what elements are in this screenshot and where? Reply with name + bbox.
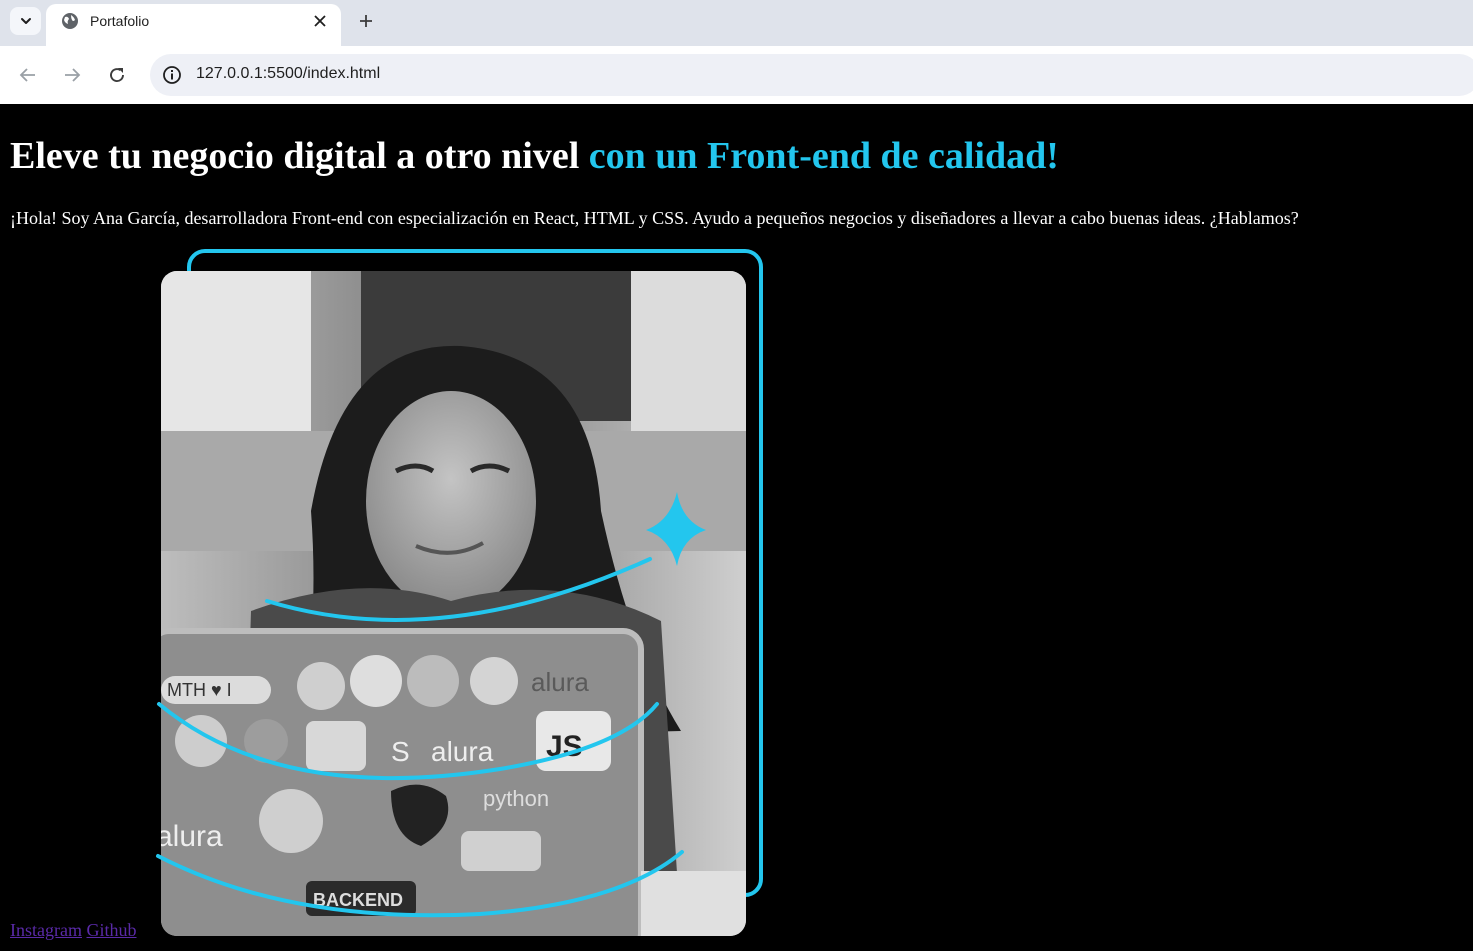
tab-strip: Portafolio [0,0,1473,46]
page-title: Eleve tu negocio digital a otro nivel co… [10,134,1059,178]
title-main: Eleve tu negocio digital a otro nivel [10,135,580,177]
tab-portafolio[interactable]: Portafolio [46,4,341,46]
close-tab-button[interactable] [310,11,330,31]
social-links: Instagram Github [10,919,137,941]
url-text[interactable]: 127.0.0.1:5500/index.html [196,65,380,83]
title-accent: con un Front-end de calidad! [588,135,1059,177]
hero-image: MTH ♥ I alura JS S alura python alura BA… [150,244,780,949]
github-link[interactable]: Github [86,920,136,940]
new-tab-button[interactable] [354,9,378,33]
close-icon [314,15,326,27]
plus-icon [360,15,372,27]
tab-search-button[interactable] [10,7,41,35]
tab-title: Portafolio [90,13,150,29]
intro-paragraph: ¡Hola! Soy Ana García, desarrolladora Fr… [10,208,1299,228]
browser-toolbar: 127.0.0.1:5500/index.html [0,46,1473,104]
address-bar[interactable]: 127.0.0.1:5500/index.html [150,54,1473,96]
instagram-link[interactable]: Instagram [10,920,82,940]
page-content: Eleve tu negocio digital a otro nivel co… [0,104,1473,951]
info-icon[interactable] [162,65,182,85]
forward-arrow-icon [65,68,81,82]
reload-button[interactable] [104,62,130,88]
globe-icon [62,13,78,29]
back-arrow-icon [19,68,35,82]
chevron-down-icon [20,18,31,24]
forward-button[interactable] [59,62,85,88]
decorative-swirl [156,492,706,918]
sparkle-icon [646,492,706,566]
reload-icon [110,68,124,82]
back-button[interactable] [15,62,41,88]
